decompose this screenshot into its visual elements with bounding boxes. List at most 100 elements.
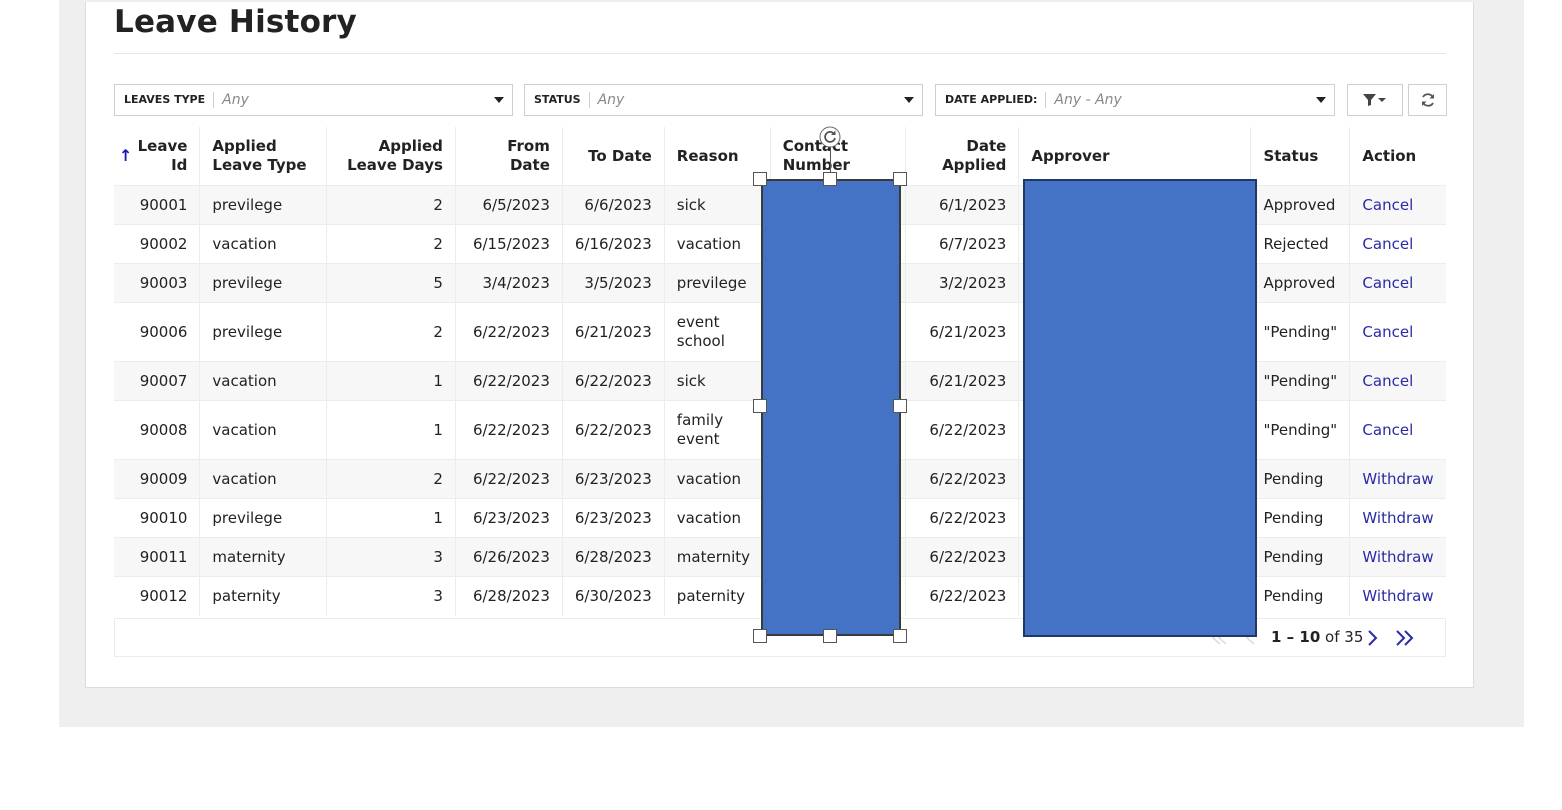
col-applied-leave-days[interactable]: Applied Leave Days (326, 127, 456, 186)
resize-handle-left[interactable] (753, 399, 767, 413)
approver-redaction-shape[interactable] (1023, 179, 1257, 637)
cell-leave-type: paternity (199, 576, 328, 616)
cell-from-date: 6/22/2023 (455, 459, 563, 499)
cell-leave-id: 90008 (114, 400, 201, 460)
cell-date-applied: 6/22/2023 (905, 459, 1020, 499)
cell-leave-days: 2 (326, 224, 456, 264)
cell-status: Pending (1250, 576, 1351, 616)
contact-number-redaction-shape[interactable] (761, 179, 901, 636)
cell-date-applied: 6/7/2023 (905, 224, 1020, 264)
cell-date-applied: 6/22/2023 (905, 400, 1020, 460)
cell-to-date: 6/23/2023 (562, 459, 665, 499)
cell-status: Pending (1250, 498, 1351, 538)
status-value: Any (597, 92, 625, 108)
col-action[interactable]: Action (1349, 127, 1446, 186)
rotate-handle-icon[interactable] (818, 125, 842, 149)
resize-handle-top-left[interactable] (753, 172, 767, 186)
cell-leave-id: 90002 (114, 224, 201, 264)
chevron-down-icon[interactable] (494, 97, 504, 103)
col-to-date[interactable]: To Date (562, 127, 665, 186)
chevron-right-icon[interactable] (1364, 628, 1382, 648)
col-leave-id[interactable]: ↑ Leave Id (114, 127, 201, 186)
col-date-applied[interactable]: Date Applied (905, 127, 1020, 186)
cell-action: Withdraw (1349, 459, 1446, 499)
cell-from-date: 3/4/2023 (455, 263, 563, 303)
resize-handle-right[interactable] (893, 399, 907, 413)
col-status[interactable]: Status (1250, 127, 1351, 186)
cell-action: Cancel (1349, 263, 1446, 303)
date-applied-filter[interactable]: DATE APPLIED: Any - Any (935, 84, 1335, 116)
cell-leave-id: 90012 (114, 576, 201, 616)
cell-status: "Pending" (1250, 302, 1351, 362)
col-from-date[interactable]: From Date (455, 127, 563, 186)
cell-status: "Pending" (1250, 361, 1351, 401)
cell-to-date: 6/6/2023 (562, 185, 665, 225)
leaves-type-value: Any (222, 92, 249, 108)
chevron-down-icon[interactable] (1316, 97, 1326, 103)
pagination-total: 35 (1344, 628, 1364, 646)
col-approver[interactable]: Approver (1018, 127, 1252, 186)
title-divider (114, 53, 1446, 54)
cell-reason: event school (664, 302, 771, 362)
cell-status: Approved (1250, 185, 1351, 225)
cell-from-date: 6/22/2023 (455, 361, 563, 401)
cell-leave-id: 90009 (114, 459, 201, 499)
cell-to-date: 6/23/2023 (562, 498, 665, 538)
cell-status: Pending (1250, 459, 1351, 499)
cancel-link[interactable]: Cancel (1362, 235, 1413, 253)
resize-handle-top-right[interactable] (893, 172, 907, 186)
cell-from-date: 6/5/2023 (455, 185, 563, 225)
withdraw-link[interactable]: Withdraw (1362, 509, 1433, 527)
cell-reason: paternity (664, 576, 771, 616)
leaves-type-filter[interactable]: LEAVES TYPE Any (114, 84, 513, 116)
withdraw-link[interactable]: Withdraw (1362, 587, 1433, 605)
cell-from-date: 6/22/2023 (455, 400, 563, 460)
cell-leave-type: previlege (199, 302, 328, 362)
refresh-button[interactable] (1408, 84, 1447, 116)
status-filter[interactable]: STATUS Any (524, 84, 923, 116)
cancel-link[interactable]: Cancel (1362, 372, 1413, 390)
sort-up-icon: ↑ (119, 146, 133, 165)
cell-leave-id: 90011 (114, 537, 201, 577)
filter-button[interactable] (1347, 84, 1403, 116)
cell-action: Cancel (1349, 185, 1446, 225)
withdraw-link[interactable]: Withdraw (1362, 470, 1433, 488)
chevron-down-icon[interactable] (904, 97, 914, 103)
cell-leave-days: 2 (326, 185, 456, 225)
cell-status: Pending (1250, 537, 1351, 577)
cell-action: Withdraw (1349, 576, 1446, 616)
cell-leave-days: 2 (326, 459, 456, 499)
pagination-summary: 1 – 10 of 35 (1271, 628, 1363, 646)
col-applied-leave-type[interactable]: Applied Leave Type (199, 127, 328, 186)
cell-from-date: 6/23/2023 (455, 498, 563, 538)
cell-to-date: 6/22/2023 (562, 361, 665, 401)
resize-handle-bottom-right[interactable] (893, 629, 907, 643)
cell-to-date: 6/21/2023 (562, 302, 665, 362)
cell-to-date: 3/5/2023 (562, 263, 665, 303)
cell-leave-type: previlege (199, 263, 328, 303)
cell-leave-days: 1 (326, 361, 456, 401)
date-applied-label: DATE APPLIED: (936, 92, 1047, 108)
cell-leave-days: 2 (326, 302, 456, 362)
cell-to-date: 6/30/2023 (562, 576, 665, 616)
withdraw-link[interactable]: Withdraw (1362, 548, 1433, 566)
cell-leave-days: 5 (326, 263, 456, 303)
resize-handle-top[interactable] (823, 172, 837, 186)
cancel-link[interactable]: Cancel (1362, 421, 1413, 439)
cell-leave-id: 90006 (114, 302, 201, 362)
cell-from-date: 6/26/2023 (455, 537, 563, 577)
cell-to-date: 6/28/2023 (562, 537, 665, 577)
cell-leave-days: 3 (326, 537, 456, 577)
cell-status: "Pending" (1250, 400, 1351, 460)
cell-reason: sick (664, 361, 771, 401)
resize-handle-bottom-left[interactable] (753, 629, 767, 643)
cancel-link[interactable]: Cancel (1362, 274, 1413, 292)
cancel-link[interactable]: Cancel (1362, 196, 1413, 214)
double-chevron-right-icon[interactable] (1394, 628, 1418, 648)
resize-handle-bottom[interactable] (823, 629, 837, 643)
cell-leave-type: previlege (199, 498, 328, 538)
cell-from-date: 6/28/2023 (455, 576, 563, 616)
cell-reason: previlege (664, 263, 771, 303)
cell-date-applied: 6/1/2023 (905, 185, 1020, 225)
cancel-link[interactable]: Cancel (1362, 323, 1413, 341)
